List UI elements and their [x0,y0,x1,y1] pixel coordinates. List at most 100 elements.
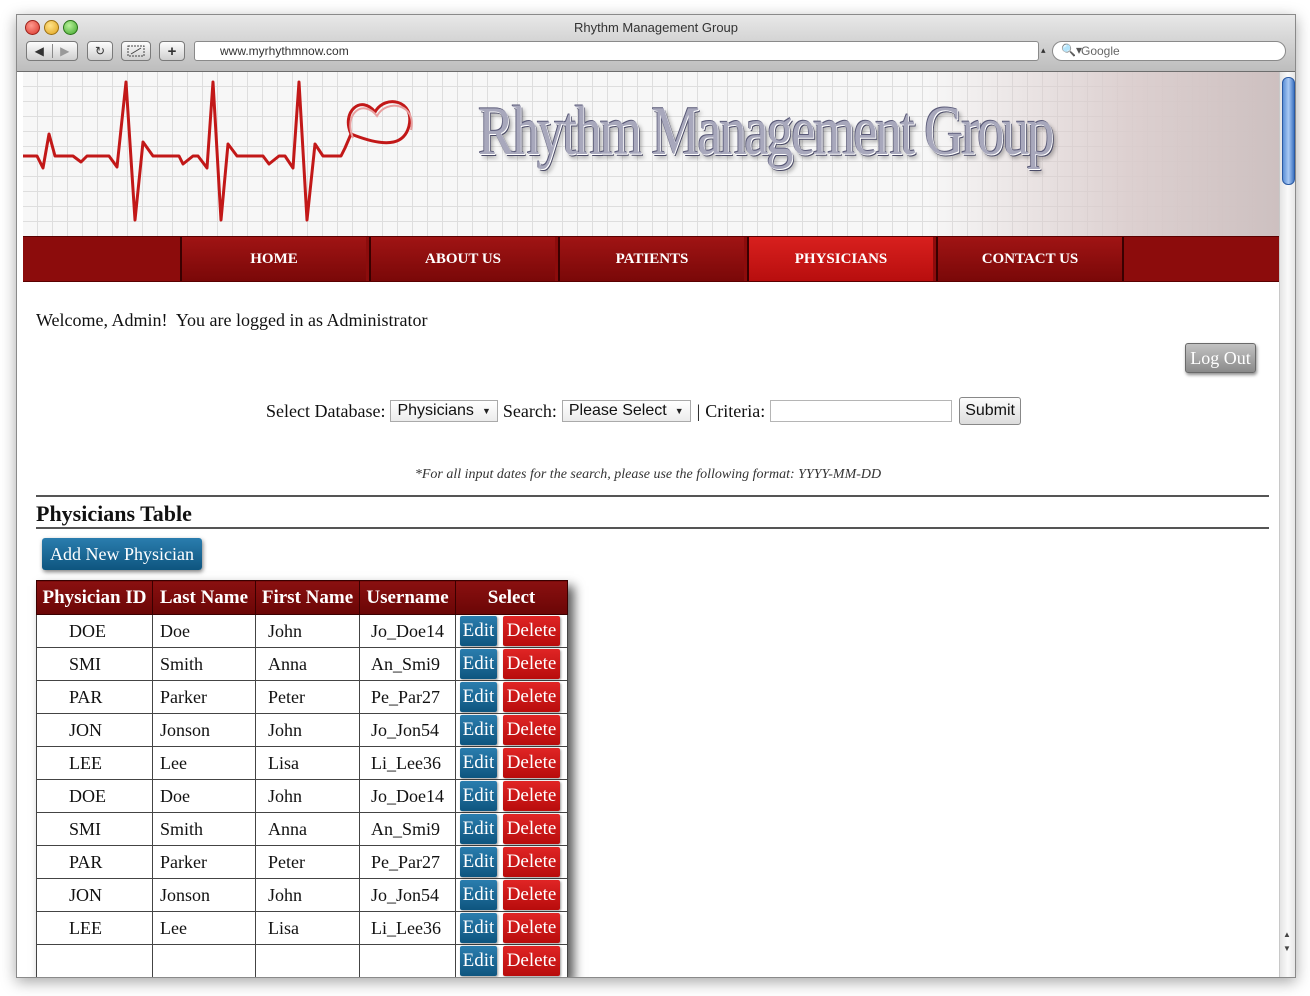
add-bookmark-button[interactable]: + [159,41,185,61]
nav-home[interactable]: HOME [180,237,366,281]
delete-button[interactable]: Delete [503,913,560,943]
database-select[interactable]: Physicians ▼ [390,400,498,422]
edit-button[interactable]: Edit [460,649,497,679]
cell-last-name [152,944,256,977]
cell-last-name: Parker [152,680,256,714]
forward-arrow-icon[interactable]: ▶ [53,44,78,58]
cell-select: Edit Delete [455,944,568,977]
cell-first-name: John [255,713,360,747]
cell-last-name: Smith [152,647,256,681]
add-physician-button[interactable]: Add New Physician [42,538,202,570]
header-last-name: Last Name [152,580,256,615]
cell-username [359,944,456,977]
browser-search-field[interactable]: 🔍▾ Google [1052,41,1286,61]
delete-button[interactable]: Delete [503,847,560,877]
plus-icon: + [167,42,177,60]
cell-physician-id: PAR [36,680,153,714]
table-row: LEE Lee Lisa Li_Lee36 Edit Delete [36,911,568,945]
snapback-button[interactable] [121,41,151,61]
logout-button[interactable]: Log Out [1185,343,1256,373]
delete-button[interactable]: Delete [503,946,560,976]
cell-physician-id: LEE [36,911,153,945]
delete-button[interactable]: Delete [503,682,560,712]
cell-select: Edit Delete [455,647,568,681]
cell-first-name: Lisa [255,746,360,780]
delete-button[interactable]: Delete [503,715,560,745]
nav-contact-us[interactable]: CONTACT US [936,237,1122,281]
section-title: Physicians Table [36,501,192,526]
nav-physicians-label: PHYSICIANS [794,250,888,267]
cell-last-name: Parker [152,845,256,879]
cell-physician-id: SMI [36,812,153,846]
window-title: Rhythm Management Group [573,20,739,35]
scroll-thumb[interactable] [1282,77,1295,185]
submit-button[interactable]: Submit [959,397,1021,425]
nav-about-label: ABOUT US [425,250,501,267]
cell-first-name: Peter [255,845,360,879]
cell-username: An_Smi9 [359,812,456,846]
search-field-select[interactable]: Please Select ▼ [561,400,691,422]
cell-select: Edit Delete [455,746,568,780]
cell-username: Jo_Doe14 [359,614,456,648]
delete-button[interactable]: Delete [503,748,560,778]
edit-button[interactable]: Edit [460,847,497,877]
cell-first-name: Anna [255,647,360,681]
edit-button[interactable]: Edit [460,946,497,976]
edit-button[interactable]: Edit [460,814,497,844]
nav-contact-label: CONTACT US [981,250,1079,267]
cell-first-name [255,944,360,977]
cell-physician-id: LEE [36,746,153,780]
edit-button[interactable]: Edit [460,781,497,811]
table-header-row: Physician ID Last Name First Name Userna… [36,580,568,615]
cell-username: Li_Lee36 [359,911,456,945]
cell-select: Edit Delete [455,713,568,747]
cell-select: Edit Delete [455,680,568,714]
nav-physicians[interactable]: PHYSICIANS [747,237,933,281]
criteria-input[interactable] [770,400,953,422]
address-bar[interactable]: www.myrhythmnow.com [194,41,1039,61]
url-dropdown-icon[interactable]: ▴ [1041,45,1046,56]
cell-first-name: John [255,878,360,912]
cell-physician-id: PAR [36,845,153,879]
vertical-scrollbar[interactable]: ▲ ▼ [1279,72,1295,977]
separator: | [696,400,701,421]
search-field-label: Search: [502,400,557,421]
scroll-up-icon[interactable]: ▲ [1283,930,1291,939]
cell-last-name: Smith [152,812,256,846]
edit-button[interactable]: Edit [460,913,497,943]
cell-select: Edit Delete [455,779,568,813]
back-arrow-icon[interactable]: ◀ [27,44,53,58]
table-row: SMI Smith Anna An_Smi9 Edit Delete [36,647,568,681]
nav-patients[interactable]: PATIENTS [558,237,744,281]
edit-button[interactable]: Edit [460,715,497,745]
table-row: Edit Delete [36,944,568,977]
heartbeat-logo-icon [23,80,413,222]
search-icon: 🔍▾ [1061,43,1082,57]
delete-button[interactable]: Delete [503,880,560,910]
search-field-select-value: Please Select [568,402,667,419]
date-format-note: *For all input dates for the search, ple… [414,467,882,482]
edit-button[interactable]: Edit [460,682,497,712]
scroll-down-icon[interactable]: ▼ [1283,944,1291,953]
edit-button[interactable]: Edit [460,748,497,778]
delete-button[interactable]: Delete [503,616,560,646]
delete-button[interactable]: Delete [503,649,560,679]
back-forward-buttons[interactable]: ◀ ▶ [26,41,78,61]
cell-physician-id: DOE [36,779,153,813]
cell-last-name: Doe [152,779,256,813]
cell-physician-id [36,944,153,977]
site-title: Rhythm Management Group [478,93,1054,170]
cell-physician-id: JON [36,713,153,747]
welcome-message: Welcome, Admin! You are logged in as Adm… [36,310,428,330]
edit-button[interactable]: Edit [460,616,497,646]
table-row: DOE Doe John Jo_Doe14 Edit Delete [36,779,568,813]
nav-about-us[interactable]: ABOUT US [369,237,555,281]
edit-button[interactable]: Edit [460,880,497,910]
browser-window: Rhythm Management Group ◀ ▶ ↻ + www.myrh… [16,14,1296,978]
reload-button[interactable]: ↻ [87,41,113,61]
delete-button[interactable]: Delete [503,781,560,811]
delete-button[interactable]: Delete [503,814,560,844]
cell-last-name: Jonson [152,878,256,912]
cell-username: Jo_Doe14 [359,779,456,813]
cell-select: Edit Delete [455,812,568,846]
